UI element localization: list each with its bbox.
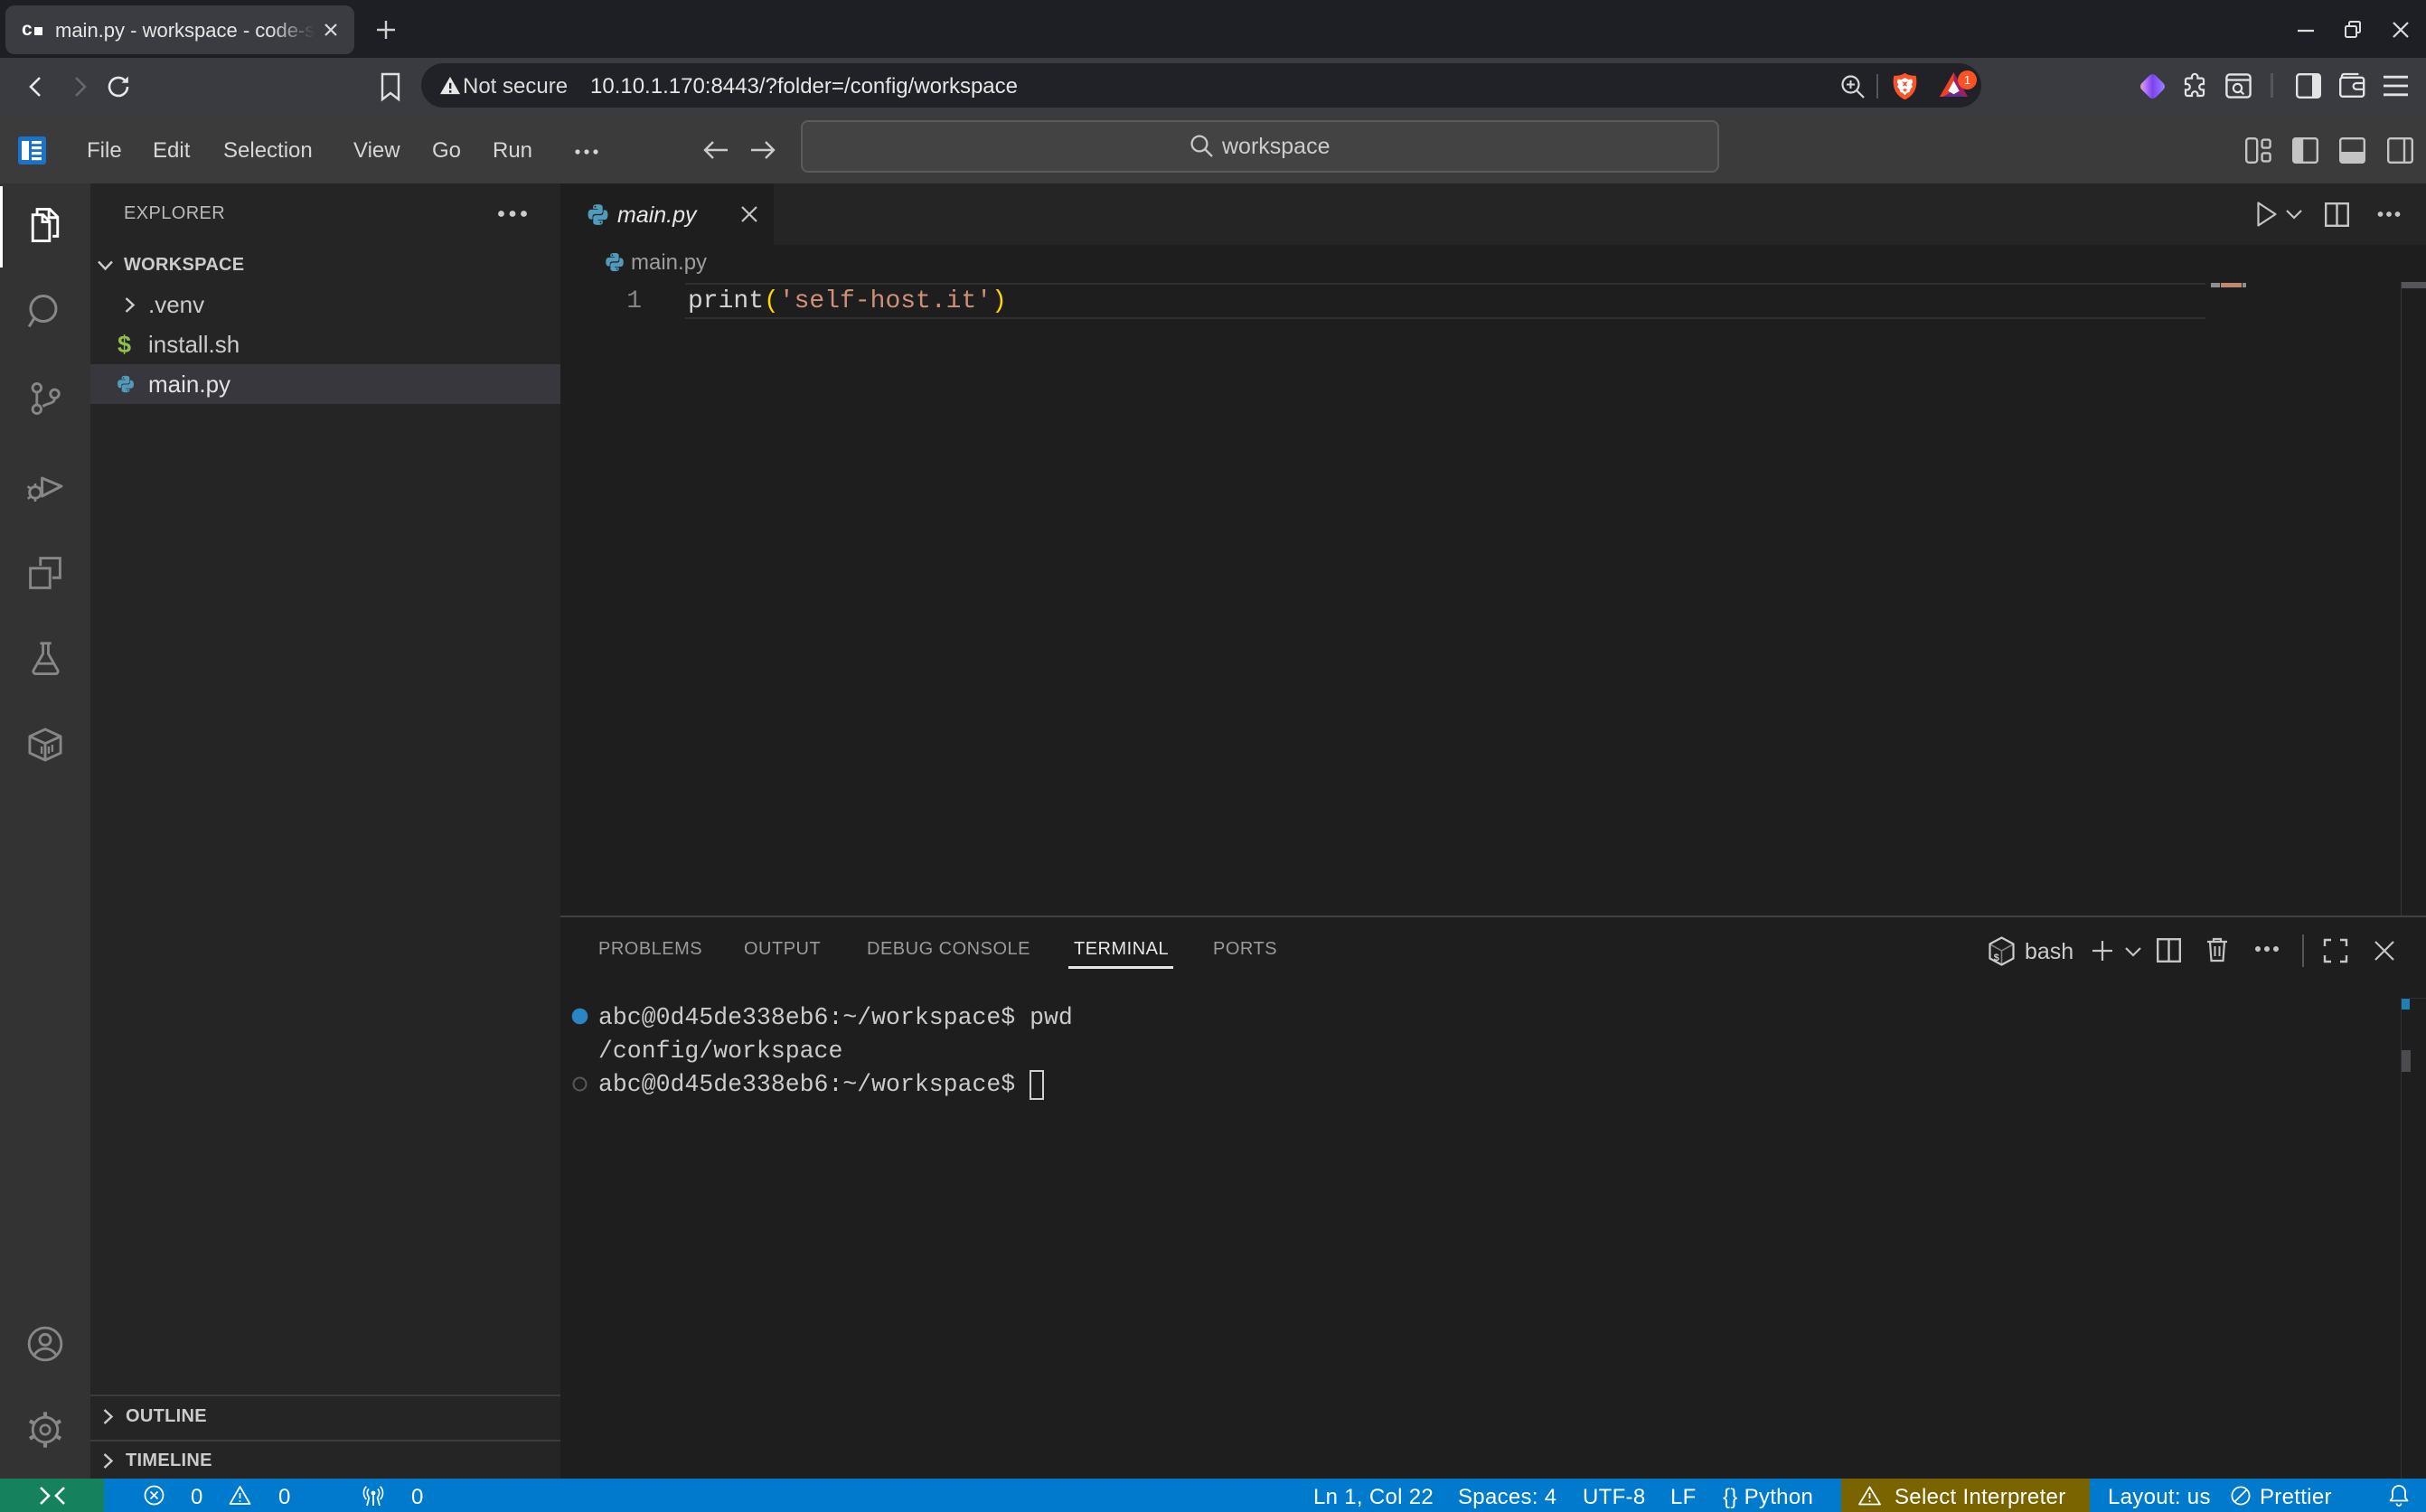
svg-text:$: $ [1994, 953, 2000, 964]
svg-text:1: 1 [1964, 73, 1970, 87]
